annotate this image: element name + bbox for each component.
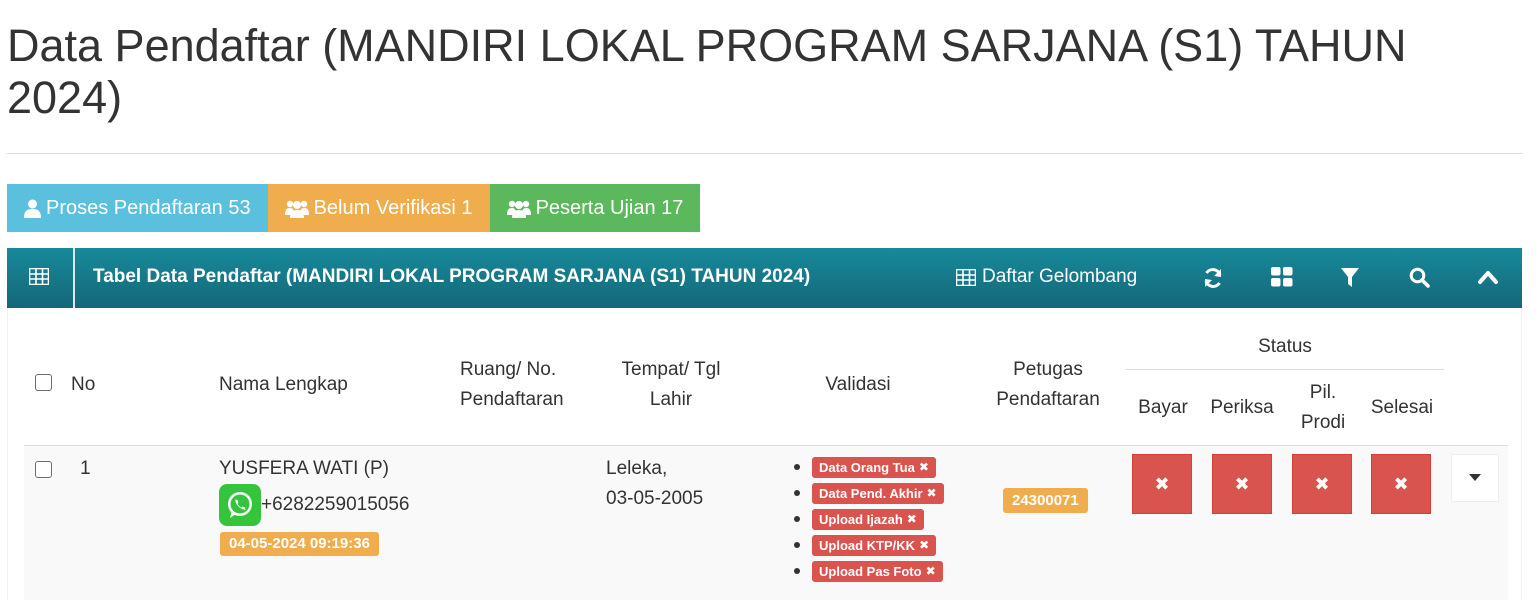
list-item: Upload KTP/KK ✖: [794, 532, 944, 558]
stat-bar: Proses Pendaftaran 53 Belum Verifikasi 1…: [7, 184, 701, 232]
x-icon: ✖: [925, 564, 936, 578]
validasi-badge: Upload Ijazah ✖: [812, 508, 924, 530]
daftar-gelombang-link[interactable]: Daftar Gelombang: [956, 266, 1137, 288]
row-tempat: Leleka,: [606, 458, 668, 479]
belum-verifikasi-button[interactable]: Belum Verifikasi 1: [267, 184, 490, 232]
proses-pendaftaran-label: Proses Pendaftaran 53: [46, 196, 251, 219]
row-checkbox[interactable]: [35, 461, 52, 478]
header-tempat-line1: Tempat/ Tgl: [621, 359, 721, 380]
pil-prodi-status-button[interactable]: ✖: [1292, 454, 1352, 514]
users-icon: [284, 200, 309, 218]
header-nama: Nama Lengkap: [219, 374, 348, 395]
row-no: 1: [80, 458, 91, 479]
select-all-checkbox[interactable]: [35, 374, 52, 391]
collapse-icon[interactable]: [1477, 267, 1499, 287]
header-bayar: Bayar: [1138, 397, 1188, 418]
validasi-badge: Data Orang Tua ✖: [812, 456, 936, 478]
validasi-label: Data Pend. Akhir: [819, 485, 923, 501]
header-selesai: Selesai: [1370, 397, 1434, 418]
title-divider: [7, 153, 1523, 154]
proses-pendaftaran-button[interactable]: Proses Pendaftaran 53: [7, 184, 268, 232]
petugas-badge: 24300071: [1003, 488, 1088, 513]
header-no: No: [71, 374, 96, 395]
validasi-badge: Upload Pas Foto ✖: [812, 560, 943, 582]
list-item: Data Pend. Akhir ✖: [794, 480, 944, 506]
user-icon: [24, 199, 41, 218]
filter-icon[interactable]: [1341, 267, 1359, 288]
validasi-label: Data Orang Tua: [819, 459, 915, 475]
selesai-status-button[interactable]: ✖: [1371, 454, 1431, 514]
x-icon: ✖: [906, 512, 917, 526]
bayar-status-button[interactable]: ✖: [1132, 454, 1192, 514]
header-petugas-line1: Petugas: [1013, 359, 1083, 380]
validasi-label: Upload Pas Foto: [819, 563, 922, 579]
peserta-ujian-button[interactable]: Peserta Ujian 17: [489, 184, 701, 232]
page-title: Data Pendaftar (MANDIRI LOKAL PROGRAM SA…: [7, 20, 1407, 123]
x-icon: ✖: [919, 538, 930, 552]
daftar-gelombang-label: Daftar Gelombang: [982, 266, 1138, 287]
header-pil-line1: Pil.: [1309, 382, 1337, 403]
row-action-dropdown[interactable]: [1451, 454, 1499, 502]
peserta-ujian-label: Peserta Ujian 17: [535, 196, 684, 219]
header-petugas-line2: Pendaftaran: [996, 389, 1100, 410]
header-ruang-line2: Pendaftaran: [460, 389, 564, 410]
users-icon: [506, 200, 531, 218]
refresh-icon[interactable]: [1202, 267, 1224, 289]
list-item: Upload Pas Foto ✖: [794, 558, 944, 584]
periksa-status-button[interactable]: ✖: [1212, 454, 1272, 514]
header-pil-line2: Prodi: [1300, 412, 1346, 433]
header-ruang-line1: Ruang/ No.: [460, 359, 557, 380]
timestamp-badge: 04-05-2024 09:19:36: [220, 532, 379, 556]
row-tgl-lahir: 03-05-2005: [606, 488, 704, 509]
validasi-badge: Data Pend. Akhir ✖: [812, 482, 944, 504]
header-divider: [73, 248, 75, 308]
validasi-label: Upload Ijazah: [819, 511, 903, 527]
x-icon: ✖: [926, 486, 937, 500]
header-tempat-line2: Lahir: [649, 389, 693, 410]
belum-verifikasi-label: Belum Verifikasi 1: [313, 196, 473, 219]
list-item: Data Orang Tua ✖: [794, 454, 944, 480]
caret-down-icon: [1469, 474, 1481, 481]
layout-icon[interactable]: [1271, 267, 1293, 287]
phone-number: +6282259015056: [261, 494, 410, 515]
status-divider: [1126, 369, 1444, 370]
panel-header: Tabel Data Pendaftar (MANDIRI LOKAL PROG…: [7, 248, 1522, 308]
x-icon: ✖: [918, 460, 929, 474]
table-icon: [956, 268, 976, 286]
list-item: Upload Ijazah ✖: [794, 506, 944, 532]
row-nama: YUSFERA WATI (P): [219, 458, 389, 479]
header-periksa: Periksa: [1210, 397, 1274, 418]
search-icon[interactable]: [1409, 267, 1430, 288]
validasi-label: Upload KTP/KK: [819, 537, 916, 553]
whatsapp-link[interactable]: +6282259015056: [219, 484, 409, 526]
data-table: No Nama Lengkap Ruang/ No. Pendaftaran T…: [7, 308, 1522, 600]
header-status: Status: [1258, 336, 1312, 357]
validasi-list: Data Orang Tua ✖ Data Pend. Akhir ✖ Upload…: [794, 454, 944, 584]
header-validasi: Validasi: [825, 374, 891, 395]
table-icon: [29, 268, 49, 285]
panel-title: Tabel Data Pendaftar (MANDIRI LOKAL PROG…: [93, 266, 811, 287]
whatsapp-icon: [219, 484, 261, 526]
validasi-badge: Upload KTP/KK ✖: [812, 534, 937, 556]
